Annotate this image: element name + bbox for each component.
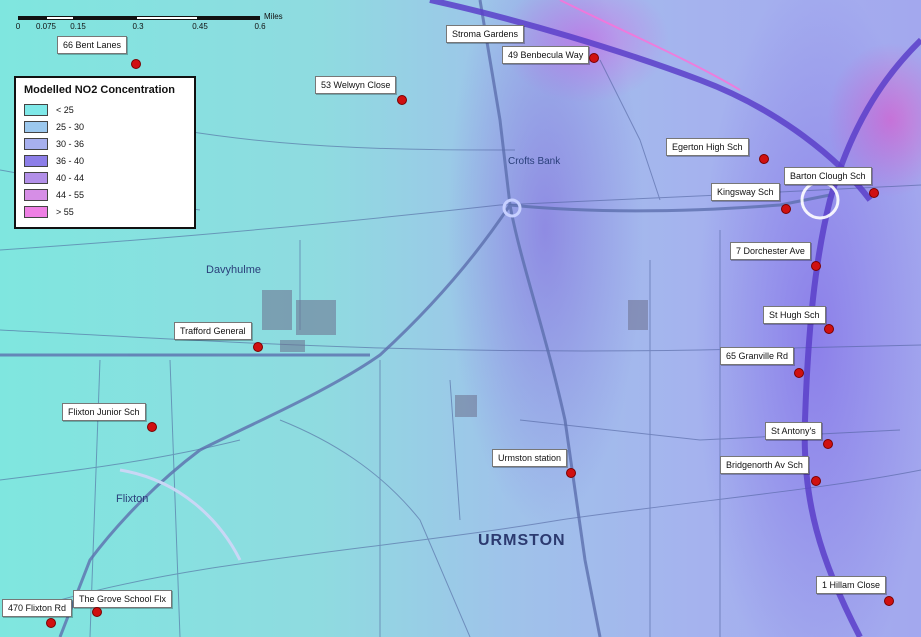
legend-label: 44 - 55	[56, 189, 85, 200]
site-marker-st-hugh[interactable]	[824, 324, 834, 334]
scale-bar: 0 0.075 0.15 0.3 0.45 0.6 Miles	[8, 10, 298, 34]
site-marker-grove-school[interactable]	[92, 607, 102, 617]
site-label-st-hugh[interactable]: St Hugh Sch	[763, 306, 826, 324]
legend-row: 25 - 30	[24, 118, 186, 135]
place-label-urmston: URMSTON	[478, 532, 566, 549]
site-label-hillam-close[interactable]: 1 Hillam Close	[816, 576, 887, 594]
legend-row: > 55	[24, 203, 186, 220]
site-label-bridgenorth[interactable]: Bridgenorth Av Sch	[720, 456, 809, 474]
legend-swatch	[24, 120, 48, 133]
legend-swatch	[24, 205, 48, 218]
site-marker-egerton-high[interactable]	[759, 154, 769, 164]
site-label-urmston-station[interactable]: Urmston station	[492, 449, 568, 467]
legend-label: 25 - 30	[56, 121, 85, 132]
site-marker-kingsway[interactable]	[781, 204, 791, 214]
scale-tick: 0.45	[192, 22, 208, 31]
legend-row: 36 - 40	[24, 152, 186, 169]
site-label-flixton-rd[interactable]: 470 Flixton Rd	[2, 599, 73, 617]
canal	[119, 468, 242, 561]
site-label-barton-clough[interactable]: Barton Clough Sch	[784, 167, 872, 185]
legend-swatch	[24, 188, 48, 201]
legend-label: 36 - 40	[56, 155, 85, 166]
site-marker-granville-rd[interactable]	[794, 368, 804, 378]
site-marker-flixton-rd[interactable]	[46, 618, 56, 628]
site-marker-bridgenorth[interactable]	[811, 476, 821, 486]
site-label-trafford-general[interactable]: Trafford General	[174, 322, 252, 340]
scale-tick: 0	[15, 22, 21, 31]
site-label-grove-school[interactable]: The Grove School Flx	[73, 590, 173, 608]
map-canvas[interactable]: URMSTON Flixton Davyhulme Crofts Bank 0 …	[0, 0, 921, 637]
scale-tick: 0.6	[254, 22, 266, 31]
legend-label: < 25	[56, 104, 74, 115]
place-label-davyhulme: Davyhulme	[206, 264, 262, 276]
site-marker-trafford-general[interactable]	[253, 342, 263, 352]
place-label-crofts-bank: Crofts Bank	[508, 156, 561, 167]
legend-row: 44 - 55	[24, 186, 186, 203]
site-marker-dorchester-ave[interactable]	[811, 261, 821, 271]
legend-row: < 25	[24, 101, 186, 118]
legend-row: 30 - 36	[24, 135, 186, 152]
legend-swatch	[24, 154, 48, 167]
legend-title: Modelled NO2 Concentration	[24, 84, 175, 96]
site-marker-benbecula-way[interactable]	[589, 53, 599, 63]
site-label-welwyn-close[interactable]: 53 Welwyn Close	[315, 76, 397, 94]
scale-tick: 0.075	[35, 22, 57, 31]
legend-label: 40 - 44	[56, 172, 85, 183]
legend-swatch	[24, 137, 48, 150]
site-marker-bent-lanes[interactable]	[131, 59, 141, 69]
site-marker-urmston-station[interactable]	[566, 468, 576, 478]
site-label-benbecula-way[interactable]: 49 Benbecula Way	[502, 46, 590, 64]
legend: Modelled NO2 Concentration < 25 25 - 30 30…	[14, 76, 196, 229]
site-label-st-antonys[interactable]: St Antony's	[765, 422, 822, 440]
site-marker-st-antonys[interactable]	[823, 439, 833, 449]
site-label-egerton-high[interactable]: Egerton High Sch	[666, 138, 749, 156]
site-marker-flixton-junior[interactable]	[147, 422, 157, 432]
legend-swatch	[24, 171, 48, 184]
site-label-flixton-junior[interactable]: Flixton Junior Sch	[62, 403, 146, 421]
site-label-bent-lanes[interactable]: 66 Bent Lanes	[57, 36, 128, 54]
legend-label: > 55	[56, 206, 74, 217]
scale-tick: 0.15	[70, 22, 86, 31]
site-label-granville-rd[interactable]: 65 Granville Rd	[720, 347, 795, 365]
site-label-kingsway[interactable]: Kingsway Sch	[711, 183, 780, 201]
site-label-stroma-gardens[interactable]: Stroma Gardens	[446, 25, 525, 43]
scale-unit: Miles	[264, 12, 283, 21]
site-marker-barton-clough[interactable]	[869, 188, 879, 198]
site-marker-hillam-close[interactable]	[884, 596, 894, 606]
legend-swatch	[24, 103, 48, 116]
site-label-dorchester-ave[interactable]: 7 Dorchester Ave	[730, 242, 811, 260]
legend-label: 30 - 36	[56, 138, 85, 149]
site-marker-welwyn-close[interactable]	[397, 95, 407, 105]
legend-row: 40 - 44	[24, 169, 186, 186]
place-label-flixton: Flixton	[116, 493, 149, 505]
scale-tick: 0.3	[132, 22, 144, 31]
